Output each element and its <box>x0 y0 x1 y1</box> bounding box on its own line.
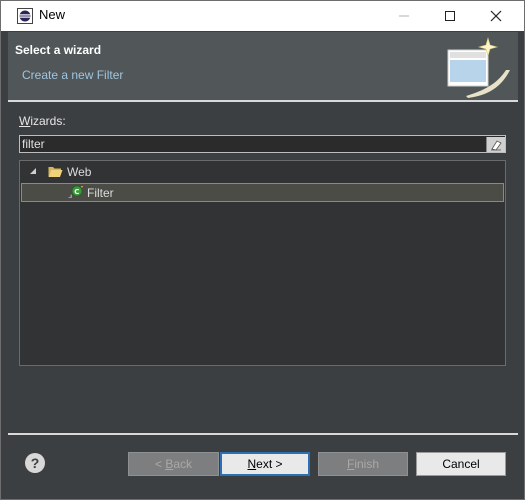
wizard-header: Select a wizard Create a new Filter <box>8 32 518 100</box>
close-icon <box>490 10 502 22</box>
help-icon: ? <box>30 455 40 471</box>
filter-icon: C <box>68 185 83 198</box>
back-button-mnemonic: B <box>165 457 174 471</box>
wizards-label-mnemonic: W <box>19 114 31 128</box>
tree-item-web[interactable]: Web <box>21 163 504 181</box>
wizard-body: Wizards: Web C <box>8 102 518 433</box>
back-button-text: ack <box>173 457 193 471</box>
wizard-banner-icon <box>447 36 510 98</box>
next-button-mnemonic: N <box>247 457 257 471</box>
back-button[interactable]: < Back <box>128 452 219 476</box>
eraser-icon <box>491 139 502 150</box>
tree-item-web-label: Web <box>67 165 92 179</box>
filter-input[interactable] <box>19 135 506 153</box>
finish-button[interactable]: Finish <box>318 452 408 476</box>
cancel-button[interactable]: Cancel <box>416 452 506 476</box>
expanded-triangle-icon[interactable] <box>28 166 38 176</box>
eclipse-app-icon <box>17 8 33 24</box>
svg-text:C: C <box>74 188 79 196</box>
window-title: New <box>39 7 66 22</box>
folder-open-icon <box>48 167 63 177</box>
finish-button-mnemonic: F <box>346 457 355 471</box>
maximize-button[interactable] <box>427 1 473 31</box>
wizards-label: Wizards: <box>19 114 66 128</box>
finish-button-text: inish <box>354 457 380 471</box>
title-bar: New <box>1 1 524 31</box>
minimize-icon <box>399 15 409 17</box>
back-button-prefix: < <box>154 457 166 471</box>
cancel-button-label: Cancel <box>442 457 480 471</box>
next-button-text: ext > <box>256 457 283 471</box>
help-button[interactable]: ? <box>25 453 45 473</box>
next-button[interactable]: Next > <box>220 452 310 476</box>
wizards-label-text: izards: <box>30 114 66 128</box>
close-button[interactable] <box>473 1 519 31</box>
wizard-footer: ? < Back Next > Finish Cancel <box>8 435 518 493</box>
page-description: Create a new Filter <box>22 68 124 82</box>
tree-item-filter[interactable]: C Filter <box>21 183 504 202</box>
page-title: Select a wizard <box>15 43 102 57</box>
minimize-button[interactable] <box>381 1 427 31</box>
wizard-tree[interactable]: Web C Filter <box>19 160 506 366</box>
new-wizard-dialog: New Select a wizard Create a new Filter … <box>0 0 525 500</box>
tree-item-filter-label: Filter <box>87 186 114 200</box>
maximize-icon <box>445 11 455 21</box>
clear-filter-button[interactable] <box>486 137 505 152</box>
